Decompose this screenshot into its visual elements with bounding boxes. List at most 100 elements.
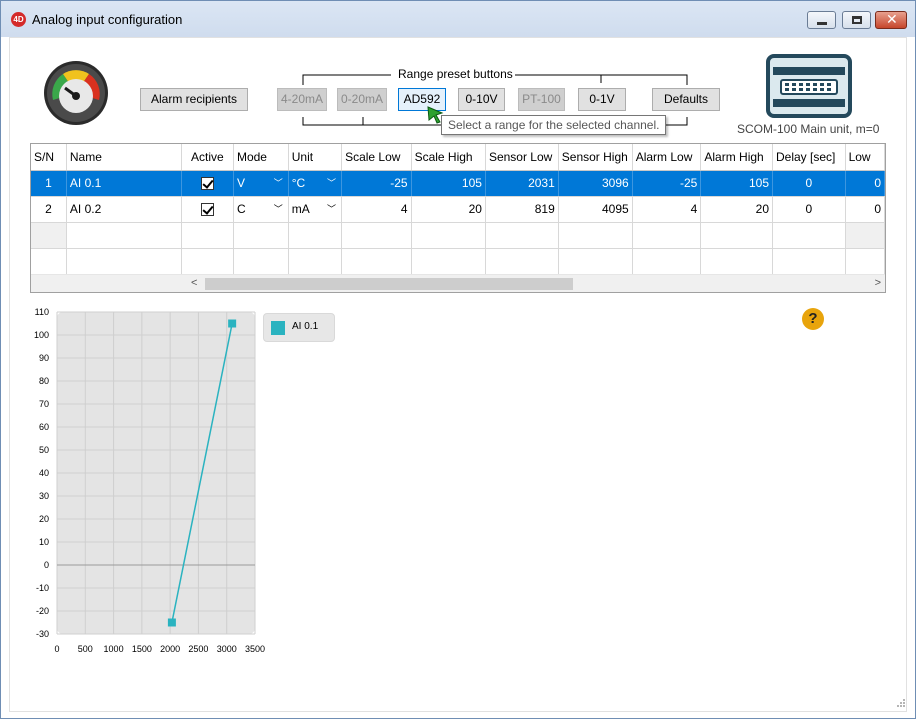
- cell-alarm-low[interactable]: 4: [632, 196, 702, 223]
- cell-sensor-low[interactable]: 2031: [485, 170, 559, 197]
- chevron-down-icon[interactable]: ﹀: [327, 176, 336, 189]
- cell-scale-low[interactable]: 4: [341, 196, 412, 223]
- cell-alarm-low[interactable]: -25: [632, 170, 702, 197]
- cell-active[interactable]: [181, 196, 234, 223]
- cell-scale-high[interactable]: 105: [411, 170, 486, 197]
- y-tick-label: 80: [39, 376, 49, 386]
- col-header-sn[interactable]: S/N: [31, 144, 67, 171]
- scroll-left-icon[interactable]: <: [191, 277, 197, 289]
- cell-delay[interactable]: 0: [772, 170, 846, 197]
- alarm-recipients-button[interactable]: Alarm recipients: [140, 88, 248, 111]
- mode-value: V: [236, 176, 245, 190]
- scroll-right-icon[interactable]: >: [875, 277, 881, 289]
- table-header: S/N Name Active Mode Unit Scale Low Scal…: [31, 144, 885, 171]
- minimize-icon: [817, 22, 827, 25]
- cell-delay[interactable]: 0: [772, 196, 846, 223]
- x-tick-label: 3000: [217, 644, 237, 654]
- table-row[interactable]: 1 AI 0.1 V ﹀ °C ﹀ -25 105 2031 3096 -25 10…: [31, 170, 885, 197]
- col-header-unit[interactable]: Unit: [288, 144, 343, 171]
- defaults-button[interactable]: Defaults: [652, 88, 720, 111]
- channel-table: S/N Name Active Mode Unit Scale Low Scal…: [30, 143, 886, 293]
- resize-grip-icon[interactable]: [894, 698, 906, 710]
- cell-low[interactable]: 0: [845, 170, 885, 197]
- cell-mode[interactable]: V ﹀: [233, 170, 289, 197]
- active-checkbox[interactable]: [200, 177, 214, 191]
- data-point: [228, 319, 237, 328]
- scrollbar-thumb[interactable]: [205, 278, 573, 290]
- y-tick-label: -30: [36, 629, 49, 639]
- x-tick-label: 2500: [188, 644, 208, 654]
- cell-alarm-high[interactable]: 105: [700, 170, 773, 197]
- mode-value: C: [236, 202, 246, 216]
- gauge-icon: [44, 61, 108, 125]
- window-title: Analog input configuration: [32, 12, 183, 27]
- preset-0-10v-button[interactable]: 0-10V: [458, 88, 505, 111]
- x-tick-label: 1500: [132, 644, 152, 654]
- help-button[interactable]: ?: [802, 308, 824, 330]
- chart-legend[interactable]: AI 0.1: [263, 313, 335, 342]
- cell-name[interactable]: AI 0.2: [66, 196, 182, 223]
- preset-pt100-button[interactable]: PT-100: [518, 88, 565, 111]
- chevron-down-icon[interactable]: ﹀: [274, 202, 283, 215]
- close-icon: ✕: [886, 11, 898, 27]
- x-tick-label: 0: [54, 644, 59, 654]
- legend-label: AI 0.1: [292, 321, 319, 332]
- preset-0-1v-button[interactable]: 0-1V: [578, 88, 626, 111]
- window: 4D Analog input configuration ✕ Alarm re…: [0, 0, 916, 719]
- channel-table-body: S/N Name Active Mode Unit Scale Low Scal…: [31, 144, 885, 275]
- cell-sensor-high[interactable]: 4095: [558, 196, 633, 223]
- maximize-icon: [852, 16, 862, 24]
- chevron-down-icon[interactable]: ﹀: [327, 202, 336, 215]
- chevron-down-icon[interactable]: ﹀: [274, 176, 283, 189]
- col-header-name[interactable]: Name: [66, 144, 182, 171]
- range-preset-label: Range preset buttons: [396, 67, 515, 81]
- horizontal-scrollbar[interactable]: < >: [31, 274, 885, 292]
- maximize-button[interactable]: [842, 11, 871, 29]
- cell-sn[interactable]: 1: [31, 170, 67, 197]
- y-tick-label: 70: [39, 399, 49, 409]
- cell-sensor-low[interactable]: 819: [485, 196, 559, 223]
- y-tick-label: 10: [39, 537, 49, 547]
- cell-scale-low[interactable]: -25: [341, 170, 412, 197]
- col-header-sensor-high[interactable]: Sensor High: [558, 144, 633, 171]
- preset-4-20ma-button[interactable]: 4-20mA: [277, 88, 327, 111]
- col-header-mode[interactable]: Mode: [233, 144, 289, 171]
- y-tick-label: -10: [36, 583, 49, 593]
- cell-name[interactable]: AI 0.1: [66, 170, 182, 197]
- cell-sensor-high[interactable]: 3096: [558, 170, 633, 197]
- col-header-scale-low[interactable]: Scale Low: [341, 144, 412, 171]
- range-chart: 1101009080706050403020100-10-20-300 500 10…: [34, 307, 265, 654]
- close-button[interactable]: ✕: [875, 11, 907, 29]
- y-tick-label: 60: [39, 422, 49, 432]
- cell-sn[interactable]: 2: [31, 196, 67, 223]
- cell-mode[interactable]: C ﹀: [233, 196, 289, 223]
- cell-low[interactable]: 0: [845, 196, 885, 223]
- x-tick-label: 2000: [160, 644, 180, 654]
- y-tick-label: -20: [36, 606, 49, 616]
- y-tick-label: 50: [39, 445, 49, 455]
- cell-unit[interactable]: °C ﹀: [288, 170, 343, 197]
- table-row[interactable]: 2 AI 0.2 C ﹀ mA ﹀ 4 20 819 4095 4 20 0 0: [31, 196, 885, 223]
- title-bar[interactable]: 4D Analog input configuration ✕: [1, 1, 915, 37]
- table-row-empty[interactable]: [31, 222, 885, 249]
- cell-scale-high[interactable]: 20: [411, 196, 486, 223]
- unit-value: mA: [291, 202, 310, 216]
- cell-unit[interactable]: mA ﹀: [288, 196, 343, 223]
- y-tick-label: 40: [39, 468, 49, 478]
- cell-active[interactable]: [181, 170, 234, 197]
- cell-alarm-high[interactable]: 20: [700, 196, 773, 223]
- y-tick-label: 30: [39, 491, 49, 501]
- data-point: [167, 618, 176, 627]
- col-header-sensor-low[interactable]: Sensor Low: [485, 144, 559, 171]
- active-checkbox[interactable]: [200, 203, 214, 217]
- col-header-delay[interactable]: Delay [sec]: [772, 144, 846, 171]
- col-header-scale-high[interactable]: Scale High: [411, 144, 486, 171]
- minimize-button[interactable]: [807, 11, 836, 29]
- col-header-active[interactable]: Active: [181, 144, 234, 171]
- col-header-alarm-high[interactable]: Alarm High: [700, 144, 773, 171]
- col-header-low[interactable]: Low: [845, 144, 885, 171]
- col-header-alarm-low[interactable]: Alarm Low: [632, 144, 702, 171]
- table-row-empty[interactable]: [31, 248, 885, 275]
- legend-swatch: [271, 321, 285, 335]
- preset-0-20ma-button[interactable]: 0-20mA: [337, 88, 387, 111]
